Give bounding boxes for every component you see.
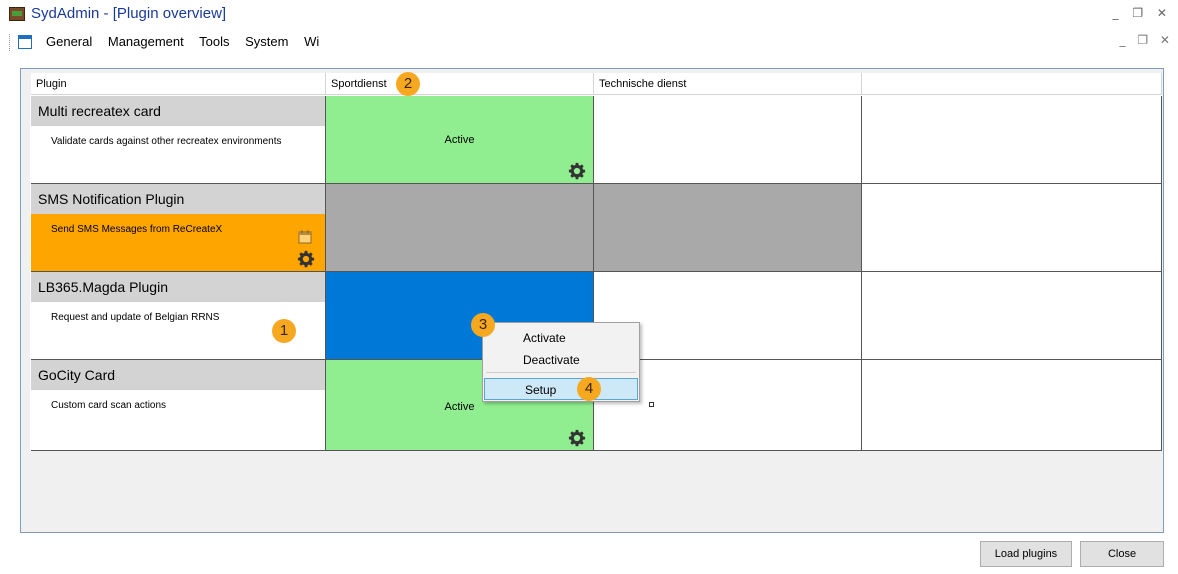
plugin-title: GoCity Card xyxy=(31,360,325,390)
menu-bar: General Management Tools System Wi _ ❐ ✕ xyxy=(0,30,1178,54)
app-icon xyxy=(9,7,25,21)
status-cell-empty xyxy=(862,96,1162,184)
menu-system[interactable]: System xyxy=(245,34,288,49)
gear-icon[interactable] xyxy=(568,162,586,180)
menu-window[interactable]: Wi xyxy=(304,34,319,49)
plugin-description: Request and update of Belgian RRNS xyxy=(51,312,220,323)
menu-management[interactable]: Management xyxy=(108,34,184,49)
calendar-icon[interactable] xyxy=(298,230,312,244)
callout-badge-2: 2 xyxy=(396,72,420,96)
column-header-sportdienst[interactable]: Sportdienst xyxy=(326,73,594,95)
window-controls[interactable]: _ ❐ ✕ xyxy=(1113,6,1172,20)
context-menu-separator xyxy=(486,372,636,373)
menu-grip xyxy=(9,34,11,51)
plugin-row-gocity-card[interactable]: GoCity Card Custom card scan actions xyxy=(31,360,326,451)
plugin-row-lb365-magda[interactable]: LB365.Magda Plugin Request and update of… xyxy=(31,272,326,360)
callout-badge-3: 3 xyxy=(471,313,495,337)
gear-icon[interactable] xyxy=(568,429,586,447)
callout-badge-1: 1 xyxy=(272,319,296,343)
context-menu-deactivate[interactable]: Deactivate xyxy=(483,349,639,371)
column-header-plugin[interactable]: Plugin xyxy=(31,73,326,95)
status-cell-empty xyxy=(862,184,1162,272)
plugin-title: Multi recreatex card xyxy=(31,96,325,126)
context-menu-activate[interactable]: Activate xyxy=(483,327,639,349)
plugin-description: Validate cards against other recreatex e… xyxy=(51,136,282,147)
plugin-title: SMS Notification Plugin xyxy=(31,184,325,214)
window-title: SydAdmin - [Plugin overview] xyxy=(31,5,227,22)
column-header-technische-dienst[interactable]: Technische dienst xyxy=(594,73,862,95)
status-label: Active xyxy=(444,401,475,413)
document-window-icon[interactable] xyxy=(18,35,32,49)
gear-icon[interactable] xyxy=(297,250,315,268)
context-menu-setup[interactable]: Setup xyxy=(484,378,638,400)
plugin-row-multi-recreatex[interactable]: Multi recreatex card Validate cards agai… xyxy=(31,96,326,184)
context-menu: Activate Deactivate Setup xyxy=(482,322,640,402)
status-cell-unavailable xyxy=(326,184,594,272)
plugin-row-sms-notification[interactable]: SMS Notification Plugin Send SMS Message… xyxy=(31,184,326,272)
cursor-marker xyxy=(649,402,654,407)
status-cell-empty[interactable] xyxy=(594,96,862,184)
menu-tools[interactable]: Tools xyxy=(199,34,229,49)
status-cell-empty xyxy=(862,272,1162,360)
status-cell-empty xyxy=(862,360,1162,451)
column-header-empty xyxy=(862,73,1162,95)
close-button[interactable]: Close xyxy=(1080,541,1164,567)
status-label: Active xyxy=(444,134,475,146)
status-cell-active[interactable]: Active xyxy=(326,96,594,184)
plugin-title: LB365.Magda Plugin xyxy=(31,272,325,302)
plugin-description: Send SMS Messages from ReCreateX xyxy=(51,224,223,235)
menu-general[interactable]: General xyxy=(46,34,92,49)
callout-badge-4: 4 xyxy=(577,377,601,401)
load-plugins-button[interactable]: Load plugins xyxy=(980,541,1072,567)
plugin-description: Custom card scan actions xyxy=(51,400,167,411)
title-bar: SydAdmin - [Plugin overview] _ ❐ ✕ xyxy=(0,0,1178,30)
mdi-controls[interactable]: _ ❐ ✕ xyxy=(1120,33,1174,47)
status-cell-unavailable xyxy=(594,184,862,272)
